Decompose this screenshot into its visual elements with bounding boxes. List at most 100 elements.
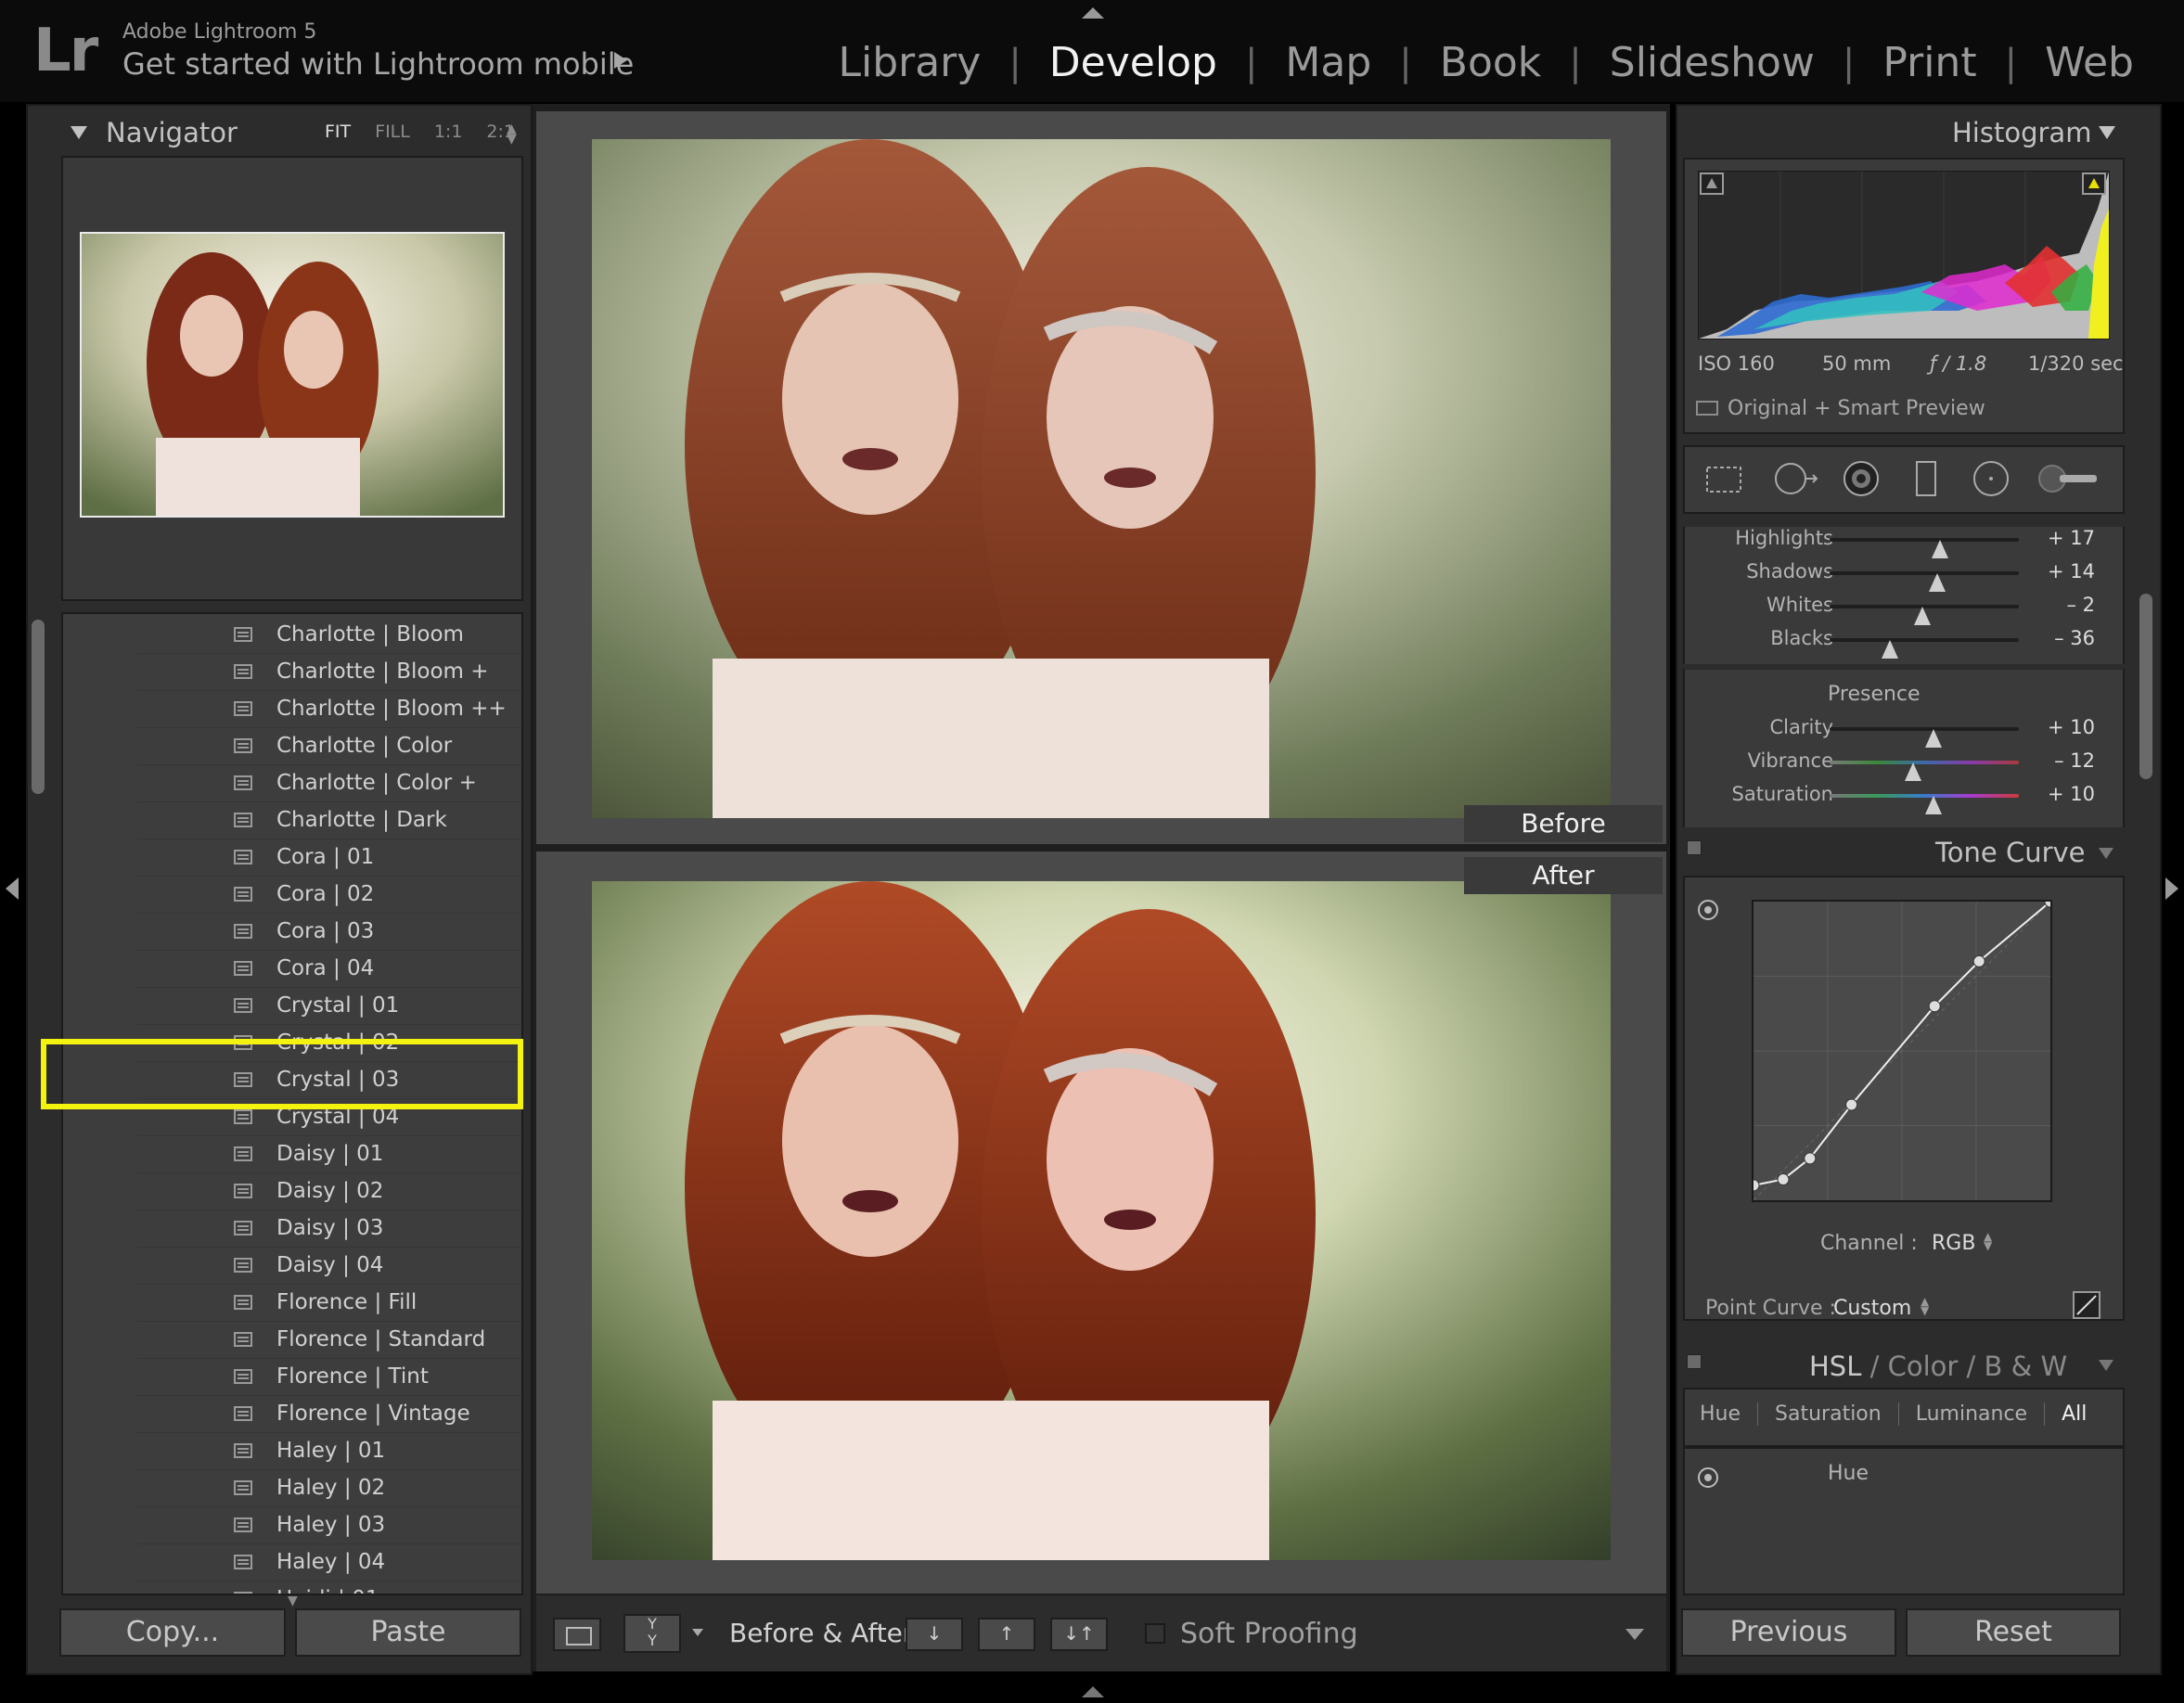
preset-item[interactable]: Cora | 01	[137, 839, 521, 877]
vibrance-value[interactable]: – 12	[2054, 749, 2095, 772]
preset-item[interactable]: Daisy | 04	[137, 1247, 521, 1285]
preset-item[interactable]: Charlotte | Bloom	[137, 616, 521, 654]
tone-curve-collapse-icon[interactable]	[2099, 848, 2113, 859]
highlights-slider-thumb[interactable]	[1932, 540, 1949, 558]
preset-item[interactable]: Haley | 03	[137, 1506, 521, 1544]
previous-button[interactable]: Previous	[1681, 1608, 1896, 1657]
preset-item[interactable]: Florence | Standard	[137, 1321, 521, 1359]
module-print[interactable]: Print	[1855, 39, 2004, 86]
graduated-filter-icon[interactable]	[1906, 458, 1946, 499]
module-library[interactable]: Library	[810, 39, 1008, 86]
lightroom-mobile-link[interactable]: Get started with Lightroom mobile	[122, 46, 634, 82]
toolbar-options-icon[interactable]	[1625, 1629, 1644, 1640]
preset-item[interactable]: Cora | 03	[137, 913, 521, 951]
after-photo[interactable]	[592, 881, 1611, 1560]
blacks-value[interactable]: – 36	[2054, 627, 2095, 649]
spot-removal-icon[interactable]	[1772, 458, 1818, 499]
curve-point[interactable]	[1928, 1000, 1941, 1013]
preset-item[interactable]: Cora | 04	[137, 950, 521, 988]
edit-point-curve-icon[interactable]	[2073, 1291, 2100, 1319]
copy-settings-button[interactable]: Copy...	[59, 1608, 286, 1657]
blacks-slider-thumb[interactable]	[1882, 640, 1899, 659]
right-panel-collapse-icon[interactable]	[2165, 877, 2178, 900]
hsl-tab-saturation[interactable]: Saturation	[1758, 1402, 1899, 1426]
module-web[interactable]: Web	[2017, 39, 2162, 86]
preset-item[interactable]: Florence | Vintage	[137, 1395, 521, 1433]
clarity-slider-thumb[interactable]	[1925, 729, 1943, 748]
hsl-tab-hue[interactable]: Hue	[1683, 1402, 1759, 1426]
point-curve-select[interactable]: Custom	[1833, 1297, 1911, 1320]
preset-item[interactable]: Florence | Tint	[137, 1358, 521, 1396]
zoom-option-1-1[interactable]: 1:1	[434, 122, 463, 142]
targeted-adjustment-icon[interactable]	[1698, 900, 1718, 920]
zoom-option-fit[interactable]: FIT	[325, 122, 351, 142]
vibrance-slider-thumb[interactable]	[1904, 762, 1921, 781]
hsl-collapse-icon[interactable]	[2099, 1360, 2113, 1371]
tone-curve-enable-toggle[interactable]	[1687, 840, 1702, 855]
hsl-title-hsl[interactable]: HSL	[1809, 1351, 1861, 1382]
preset-item[interactable]: Charlotte | Color +	[137, 764, 521, 802]
preset-item[interactable]: Haley | 01	[137, 1432, 521, 1470]
module-slideshow[interactable]: Slideshow	[1582, 39, 1843, 86]
saturation-value[interactable]: + 10	[2048, 783, 2095, 805]
preset-item[interactable]: Charlotte | Bloom +	[137, 653, 521, 691]
point-curve-updown-icon[interactable]: ▲ ▼	[1921, 1296, 1929, 1316]
hsl-enable-toggle[interactable]	[1687, 1354, 1702, 1369]
loupe-view-button[interactable]	[553, 1618, 601, 1651]
preset-item[interactable]: Crystal | 01	[137, 987, 521, 1025]
saturation-slider-track[interactable]	[1830, 794, 2019, 814]
clarity-slider-track[interactable]	[1830, 727, 2019, 748]
list-scroll-down-icon[interactable]: ▼	[288, 1594, 298, 1608]
crop-overlay-icon[interactable]	[1703, 458, 1744, 499]
clarity-value[interactable]: + 10	[2048, 716, 2095, 738]
navigator-thumbnail[interactable]	[80, 232, 505, 518]
hsl-tab-all[interactable]: All	[2045, 1402, 2103, 1426]
whites-value[interactable]: – 2	[2066, 594, 2095, 616]
swap-before-after-button[interactable]: ↓↑	[1050, 1618, 1108, 1651]
module-map[interactable]: Map	[1257, 39, 1399, 86]
highlights-value[interactable]: + 17	[2048, 527, 2095, 549]
hsl-targeted-adjustment-icon[interactable]	[1698, 1467, 1718, 1488]
histogram-collapse-icon[interactable]	[2099, 126, 2115, 139]
navigator-collapse-icon[interactable]	[71, 126, 87, 139]
blacks-slider-track[interactable]	[1830, 638, 2019, 659]
preset-item[interactable]: Florence | Fill	[137, 1284, 521, 1322]
tone-curve-title[interactable]: Tone Curve	[1935, 837, 2086, 868]
whites-slider-track[interactable]	[1830, 605, 2019, 625]
right-panel-scrollbar[interactable]	[2139, 594, 2152, 779]
curve-point[interactable]	[1747, 1179, 1760, 1192]
preset-item[interactable]: Charlotte | Bloom ++	[137, 690, 521, 728]
highlight-clipping-toggle-icon[interactable]	[2082, 173, 2106, 195]
red-eye-icon[interactable]	[1841, 458, 1882, 499]
adjustment-brush-icon[interactable]	[2037, 458, 2102, 499]
vibrance-slider-track[interactable]	[1830, 761, 2019, 781]
channel-updown-icon[interactable]: ▲ ▼	[1984, 1231, 1992, 1251]
whites-slider-thumb[interactable]	[1913, 607, 1931, 625]
left-panel-collapse-icon[interactable]	[6, 877, 19, 900]
top-panel-collapse-icon[interactable]	[1082, 7, 1104, 19]
hsl-tab-luminance[interactable]: Luminance	[1899, 1402, 2046, 1426]
soft-proofing-checkbox[interactable]	[1145, 1623, 1165, 1644]
copy-before-to-after-button[interactable]: ↓	[906, 1618, 963, 1651]
hsl-title-color[interactable]: Color	[1888, 1351, 1959, 1382]
before-photo[interactable]	[592, 139, 1611, 818]
copy-after-to-before-button[interactable]: ↑	[978, 1618, 1035, 1651]
tone-curve-graph[interactable]	[1747, 895, 2057, 1202]
curve-point[interactable]	[1777, 1172, 1790, 1185]
zoom-option-fill[interactable]: FILL	[375, 122, 410, 142]
channel-select[interactable]: RGB	[1932, 1232, 1975, 1255]
before-after-view-button[interactable]: YY	[623, 1614, 681, 1653]
radial-filter-icon[interactable]	[1971, 458, 2011, 499]
preset-item[interactable]: Daisy | 01	[137, 1135, 521, 1173]
preset-item[interactable]: Heidi | 01	[137, 1581, 521, 1594]
module-develop[interactable]: Develop	[1021, 39, 1245, 86]
shadows-value[interactable]: + 14	[2048, 560, 2095, 583]
histogram-title[interactable]: Histogram	[1952, 117, 2091, 148]
shadow-clipping-toggle-icon[interactable]	[1700, 173, 1724, 195]
reset-button[interactable]: Reset	[1906, 1608, 2121, 1657]
hsl-title-bw[interactable]: B & W	[1985, 1351, 2068, 1382]
hsl-color-bw-title[interactable]: HSL / Color / B & W	[1809, 1351, 2067, 1382]
zoom-updown-icon[interactable]: ▲ ▼	[507, 122, 517, 146]
curve-point[interactable]	[1804, 1152, 1817, 1165]
preset-item[interactable]: Haley | 04	[137, 1543, 521, 1581]
